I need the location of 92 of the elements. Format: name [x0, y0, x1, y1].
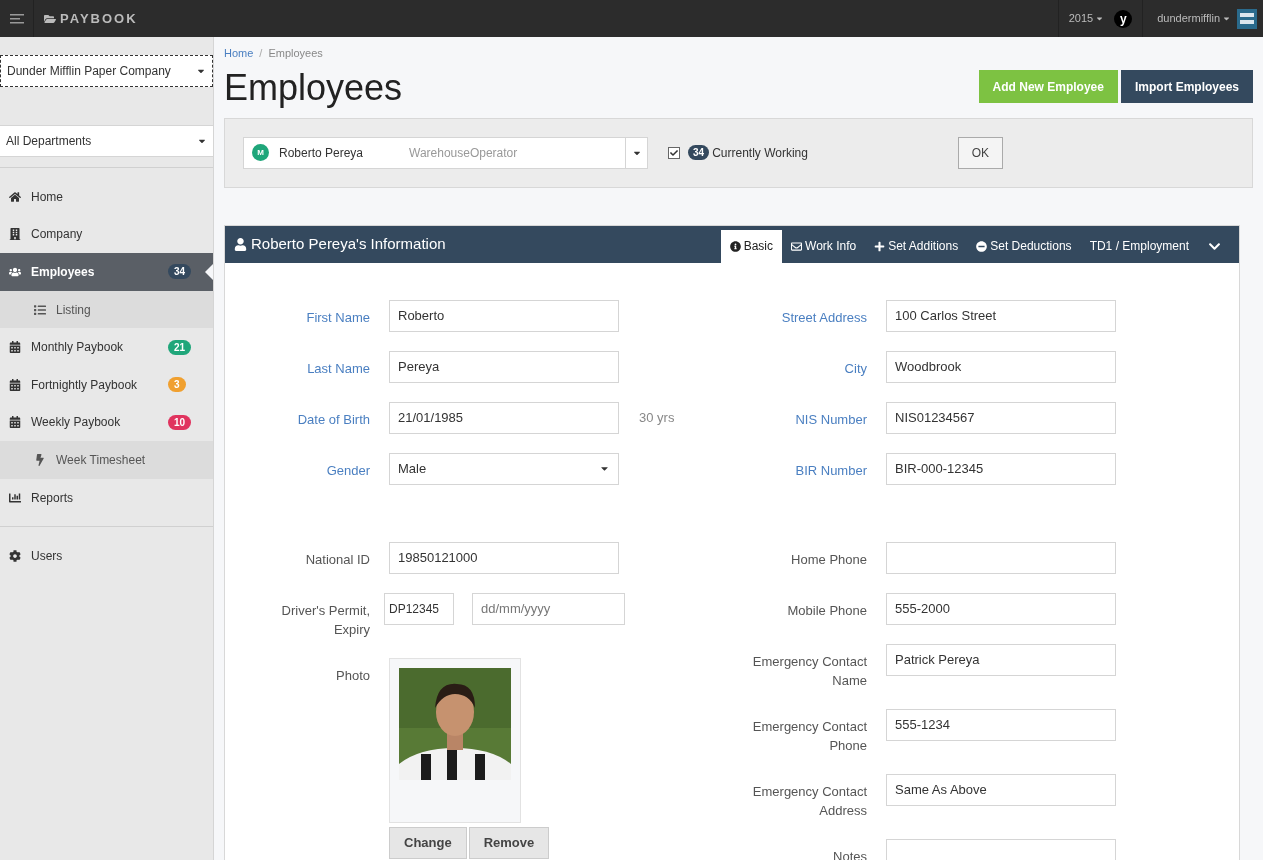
count-badge: 3: [168, 377, 186, 393]
sidebar-item[interactable]: Weekly Paybook 10: [0, 403, 213, 442]
sidebar-item[interactable]: Listing: [0, 290, 213, 329]
company-select[interactable]: Dunder Mifflin Paper Company: [0, 55, 213, 87]
logo-icon: [1237, 8, 1257, 29]
checkbox-label: Currently Working: [712, 144, 808, 162]
select-field[interactable]: Male: [389, 452, 619, 485]
input-field[interactable]: Pereya: [389, 350, 619, 383]
input-field[interactable]: 555-1234: [886, 708, 1116, 741]
brand-name[interactable]: PAYBOOK: [60, 8, 138, 29]
working-checkbox[interactable]: [668, 146, 680, 159]
breadcrumb-separator: /: [259, 46, 263, 61]
action-button[interactable]: Import Employees: [1120, 70, 1253, 103]
input-field[interactable]: 100 Carlos Street: [886, 299, 1116, 332]
field-label: Emergency Contact Address: [751, 782, 867, 820]
tab[interactable]: Set Deductions: [967, 229, 1081, 263]
sidebar-item[interactable]: Company: [0, 215, 213, 254]
tab[interactable]: Basic: [720, 229, 783, 263]
field-label: Street Address: [781, 308, 867, 327]
sidebar-item[interactable]: Users: [0, 537, 213, 575]
input-field[interactable]: [886, 541, 1116, 574]
calendar-icon: [9, 341, 21, 354]
input-field[interactable]: 19850121000: [389, 541, 619, 574]
count-badge: 21: [168, 339, 192, 355]
field-label: Emergency Contact Name: [751, 652, 867, 690]
sidebar-item[interactable]: Week Timesheet: [0, 441, 213, 479]
field-label: Last Name: [307, 359, 370, 378]
bar-chart-icon: [9, 491, 21, 504]
field-label: BIR Number: [795, 461, 867, 480]
user-dropdown[interactable]: dundermifflin: [1142, 0, 1231, 37]
calendar-icon: [9, 416, 21, 429]
building-icon: [9, 228, 21, 241]
settings-icon: [9, 550, 21, 563]
count-badge: 10: [168, 414, 192, 430]
input-field[interactable]: DP12345: [384, 592, 454, 625]
field-label: Driver's Permit, Expiry: [280, 601, 370, 639]
input-field[interactable]: BIR-000-12345: [886, 452, 1116, 485]
field-label: Date of Birth: [297, 410, 370, 429]
input-field[interactable]: Woodbrook: [886, 350, 1116, 383]
field-label: Emergency Contact Phone: [751, 717, 867, 755]
tab[interactable]: TD1 / Employment: [1080, 229, 1198, 263]
breadcrumb-current: Employees: [268, 46, 323, 61]
year-dropdown[interactable]: 2015: [1057, 0, 1105, 37]
field-label: National ID: [305, 550, 370, 569]
plus-icon: [874, 240, 886, 252]
field-label: Photo: [336, 666, 370, 685]
field-label: Mobile Phone: [787, 601, 867, 620]
sidebar-item[interactable]: Employees 34: [0, 253, 213, 291]
bolt-icon: [34, 453, 46, 466]
employee-select[interactable]: M Roberto Pereya WarehouseOperator: [243, 136, 648, 169]
field-label: Notes: [833, 847, 867, 860]
photo-button[interactable]: Change: [389, 826, 467, 859]
initial-badge: M: [252, 144, 269, 161]
breadcrumb-link[interactable]: Home: [224, 45, 254, 62]
sidebar-item[interactable]: Reports: [0, 478, 213, 517]
count-badge: 34: [688, 145, 710, 160]
field-label: City: [844, 359, 867, 378]
input-field[interactable]: dd/mm/yyyy: [472, 592, 625, 625]
envelope-icon: [791, 240, 803, 252]
caret-icon: [1222, 14, 1231, 23]
tab[interactable]: Work Info: [782, 229, 866, 263]
panel-title: Roberto Pereya's Information: [251, 233, 446, 254]
input-field[interactable]: Roberto: [389, 299, 619, 332]
info-icon: [729, 240, 741, 252]
input-field[interactable]: Patrick Pereya: [886, 643, 1116, 676]
list-icon: [34, 303, 46, 316]
sidebar-item[interactable]: Home: [0, 178, 213, 216]
user-icon: [234, 237, 247, 251]
caret-icon: [1095, 14, 1105, 23]
input-field[interactable]: Same As Above: [886, 773, 1116, 806]
input-field[interactable]: 555-2000: [886, 592, 1116, 625]
field-label: Gender: [326, 461, 370, 480]
ok-button[interactable]: OK: [957, 136, 1003, 169]
folder-icon: [44, 12, 56, 25]
page-title: Employees: [224, 65, 403, 110]
sidebar-item[interactable]: Monthly Paybook 21: [0, 328, 213, 366]
avatar[interactable]: y: [1114, 9, 1133, 28]
field-label: NIS Number: [795, 410, 867, 429]
age-text: 30 yrs: [639, 408, 675, 427]
department-select[interactable]: All Departments: [0, 125, 213, 157]
input-field[interactable]: 21/01/1985: [389, 401, 619, 434]
count-badge: 34: [168, 264, 192, 280]
home-icon: [9, 190, 21, 203]
field-label: Home Phone: [791, 550, 867, 569]
calendar-icon: [9, 378, 21, 391]
sidebar-item[interactable]: Fortnightly Paybook 3: [0, 365, 213, 404]
users-icon: [9, 266, 21, 278]
photo-button[interactable]: Remove: [468, 826, 550, 859]
pointer-arrow: [205, 264, 213, 280]
tab[interactable]: Set Additions: [865, 229, 968, 263]
field-label: First Name: [306, 308, 370, 327]
input-field[interactable]: NIS01234567: [886, 401, 1116, 434]
